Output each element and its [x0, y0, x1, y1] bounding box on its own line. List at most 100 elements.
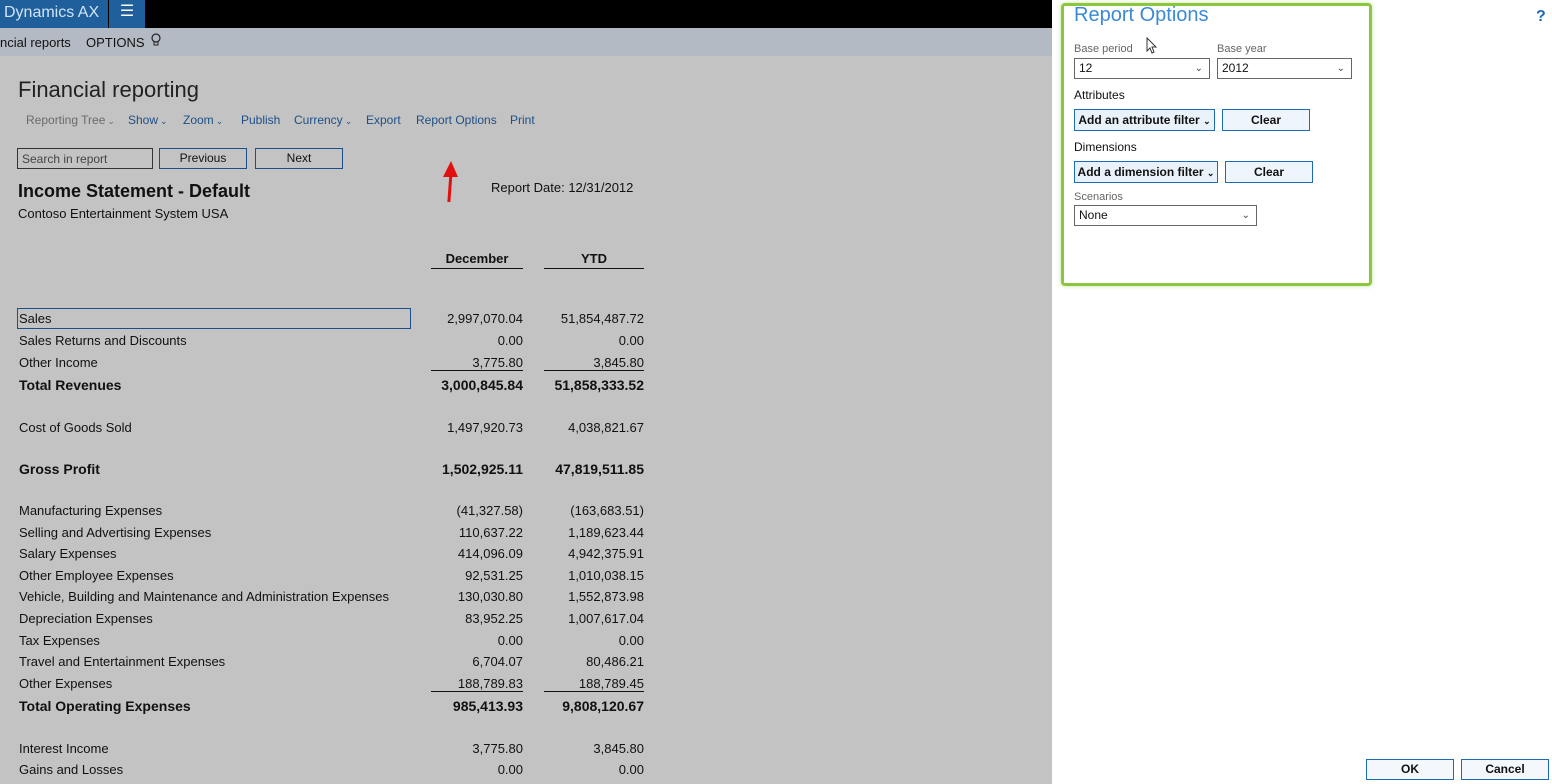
previous-button[interactable]: Previous [159, 148, 247, 169]
base-period-select[interactable]: 12 ⌄ [1074, 58, 1210, 79]
row-value-december: 3,000,845.84 [441, 377, 523, 393]
reporting-tree-menu[interactable]: Reporting Tree ⌄ [26, 113, 115, 127]
lightbulb-icon[interactable] [151, 33, 161, 50]
row-value-ytd: 4,038,821.67 [568, 420, 644, 435]
zoom-menu[interactable]: Zoom ⌄ [183, 113, 223, 127]
row-value-december: 985,413.93 [452, 698, 523, 714]
row-value-december: 414,096.09 [457, 546, 523, 561]
selected-cell-outline [17, 308, 411, 329]
row-value-december: 0.00 [497, 333, 523, 348]
table-row[interactable]: Sales Returns and Discounts 0.00 0.00 [0, 333, 660, 353]
report-options-panel: ? Report Options Base period 12 ⌄ Base y… [1052, 0, 1552, 784]
row-value-ytd: 188,789.45 [544, 676, 644, 692]
row-value-december: 6,704.07 [472, 654, 523, 669]
table-row[interactable]: Other Income 3,775.80 3,845.80 [0, 355, 660, 375]
row-value-december: 1,502,925.11 [442, 461, 523, 477]
base-period-value: 12 [1079, 61, 1093, 75]
row-value-december: 188,789.83 [431, 676, 523, 692]
print-button[interactable]: Print [510, 113, 535, 127]
table-row[interactable]: Interest Income 3,775.80 3,845.80 [0, 741, 660, 761]
currency-label: Currency [294, 113, 343, 127]
table-row[interactable]: Depreciation Expenses 83,952.25 1,007,61… [0, 611, 660, 631]
row-label: Total Operating Expenses [19, 698, 191, 714]
next-button[interactable]: Next [255, 148, 343, 169]
clear-dimensions-button[interactable]: Clear [1225, 161, 1313, 183]
row-value-december: 2,997,070.04 [447, 311, 523, 326]
row-label: Gains and Losses [19, 762, 124, 777]
table-row[interactable]: Other Employee Expenses 92,531.25 1,010,… [0, 568, 660, 588]
add-dimension-filter-button[interactable]: Add a dimension filter ⌄ [1074, 161, 1218, 183]
report-date: Report Date: 12/31/2012 [491, 180, 634, 195]
scenarios-label: Scenarios [1074, 191, 1123, 203]
row-label: Other Employee Expenses [19, 568, 174, 583]
row-value-december: 0.00 [497, 762, 523, 777]
publish-button[interactable]: Publish [241, 113, 280, 127]
row-value-ytd: 80,486.21 [586, 654, 644, 669]
table-row[interactable]: Total Operating Expenses 985,413.93 9,80… [0, 698, 660, 718]
row-value-december: 1,497,920.73 [447, 420, 523, 435]
export-button[interactable]: Export [366, 113, 401, 127]
row-label: Other Expenses [19, 676, 113, 691]
add-attribute-filter-label: Add an attribute filter [1078, 113, 1200, 127]
options-menu[interactable]: OPTIONS [86, 35, 145, 50]
row-label: Depreciation Expenses [19, 611, 153, 626]
table-row[interactable]: Travel and Entertainment Expenses 6,704.… [0, 654, 660, 674]
add-attribute-filter-button[interactable]: Add an attribute filter ⌄ [1074, 109, 1215, 131]
currency-menu[interactable]: Currency ⌄ [294, 113, 352, 127]
app-top-bar: Dynamics AX ☰ [0, 0, 1052, 28]
chevron-down-icon: ⌄ [1203, 116, 1211, 126]
chevron-down-icon: ⌄ [1241, 210, 1250, 221]
row-value-december: 110,637.22 [458, 525, 523, 540]
chevron-down-icon: ⌄ [1194, 63, 1203, 74]
show-menu[interactable]: Show ⌄ [128, 113, 168, 127]
row-value-ytd: 51,854,487.72 [560, 311, 644, 326]
ok-button[interactable]: OK [1366, 759, 1454, 780]
chevron-down-icon: ⌄ [344, 116, 353, 126]
column-header-december: December [431, 251, 523, 269]
chevron-down-icon: ⌄ [1336, 63, 1345, 74]
report-options-button[interactable]: Report Options [416, 113, 497, 127]
row-label: Sales [19, 311, 52, 326]
row-label: Gross Profit [19, 461, 100, 477]
table-row[interactable]: Manufacturing Expenses (41,327.58) (163,… [0, 503, 660, 523]
table-row[interactable]: Cost of Goods Sold 1,497,920.73 4,038,82… [0, 420, 660, 440]
table-row[interactable]: Selling and Advertising Expenses 110,637… [0, 525, 660, 545]
base-year-select[interactable]: 2012 ⌄ [1217, 58, 1352, 79]
row-value-ytd: 3,845.80 [593, 741, 644, 756]
row-value-december: 83,952.25 [465, 611, 523, 626]
table-row[interactable]: Tax Expenses 0.00 0.00 [0, 633, 660, 653]
panel-title: Report Options [1074, 4, 1209, 26]
app-brand[interactable]: Dynamics AX [0, 0, 108, 28]
dimensions-label: Dimensions [1074, 140, 1137, 154]
scenarios-select[interactable]: None ⌄ [1074, 205, 1257, 226]
table-row[interactable]: Gains and Losses 0.00 0.00 [0, 762, 660, 782]
chevron-down-icon: ⌄ [1206, 168, 1215, 178]
cancel-button[interactable]: Cancel [1461, 759, 1549, 780]
breadcrumb[interactable]: ncial reports [0, 35, 71, 50]
row-value-december: 0.00 [497, 633, 523, 648]
table-row[interactable]: Salary Expenses 414,096.09 4,942,375.91 [0, 546, 660, 566]
row-label: Selling and Advertising Expenses [19, 525, 212, 540]
row-label: Travel and Entertainment Expenses [19, 654, 226, 669]
table-row[interactable]: Gross Profit 1,502,925.11 47,819,511.85 [0, 461, 660, 481]
search-input[interactable] [17, 148, 153, 169]
table-row[interactable]: Total Revenues 3,000,845.84 51,858,333.5… [0, 377, 660, 397]
row-value-ytd: 0.00 [618, 333, 644, 348]
row-value-december: (41,327.58) [456, 503, 524, 518]
row-value-ytd: 47,819,511.85 [555, 461, 644, 477]
row-value-ytd: 1,010,038.15 [568, 568, 644, 583]
row-value-december: 130,030.80 [457, 589, 523, 604]
reporting-tree-label: Reporting Tree [26, 113, 106, 127]
base-period-label: Base period [1074, 43, 1133, 55]
hamburger-icon[interactable]: ☰ [109, 0, 145, 28]
row-label: Total Revenues [19, 377, 122, 393]
row-label: Sales Returns and Discounts [19, 333, 187, 348]
row-label: Interest Income [19, 741, 109, 756]
table-row[interactable]: Sales 2,997,070.04 51,854,487.72 [0, 308, 660, 331]
help-icon[interactable]: ? [1536, 8, 1546, 26]
table-row[interactable]: Vehicle, Building and Maintenance and Ad… [0, 589, 660, 609]
clear-attributes-button[interactable]: Clear [1222, 109, 1310, 131]
row-value-ytd: 9,808,120.67 [562, 698, 644, 714]
row-label: Manufacturing Expenses [19, 503, 163, 518]
table-row[interactable]: Other Expenses 188,789.83 188,789.45 [0, 676, 660, 696]
